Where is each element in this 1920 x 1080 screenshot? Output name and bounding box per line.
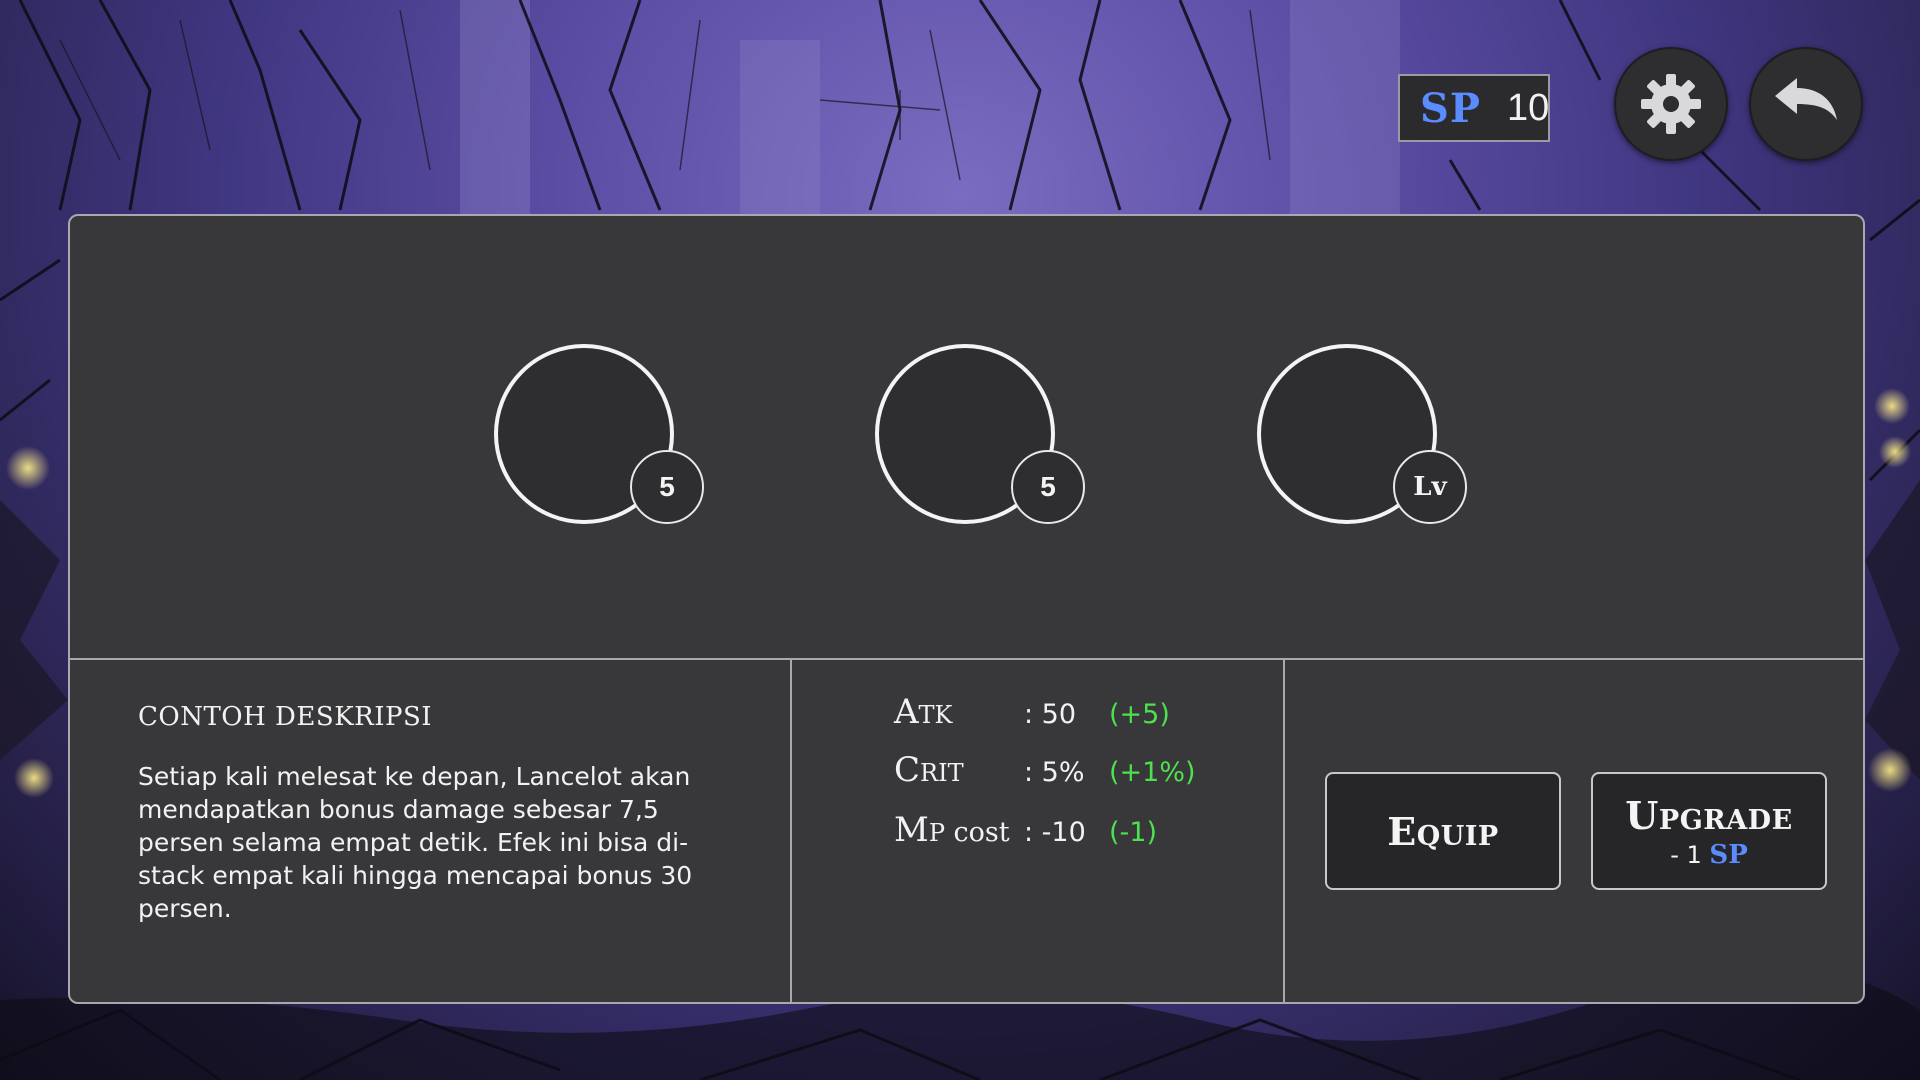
stat-name-suffix: cost	[944, 817, 1010, 848]
stat-bonus: (+5)	[1109, 699, 1170, 730]
sp-label: SP	[1420, 84, 1481, 132]
description-body: Setiap kali melesat ke depan, Lancelot a…	[138, 762, 693, 923]
skill-slot-1[interactable]: 5	[494, 344, 704, 524]
stat-row-atk: Atk : 50 (+5)	[894, 692, 1196, 750]
skill-slot-2[interactable]: 5	[875, 344, 1085, 524]
panel-divider-vertical	[1283, 660, 1285, 1002]
stat-value: : -10	[1024, 817, 1086, 848]
skill-slot-3[interactable]: Lv	[1257, 344, 1467, 524]
gear-icon	[1641, 74, 1701, 134]
stat-name: Mp cost	[894, 810, 1024, 850]
game-screen: SP 10 5 5 Lv CONTOH DESKRIPSI Setiap kal…	[0, 0, 1920, 1080]
equip-label: Equip	[1387, 808, 1499, 854]
upgrade-cost: - 1 SP	[1670, 840, 1748, 870]
stat-bonus: (+1%)	[1109, 757, 1196, 788]
description-title: CONTOH DESKRIPSI	[138, 702, 433, 732]
upgrade-cost-unit: SP	[1709, 839, 1748, 870]
upgrade-button[interactable]: Upgrade - 1 SP	[1591, 772, 1827, 890]
stat-row-crit: Crit : 5% (+1%)	[894, 750, 1196, 808]
skill-level-badge: 5	[1011, 450, 1085, 524]
skill-level-badge: Lv	[1393, 450, 1467, 524]
undo-arrow-icon	[1775, 78, 1837, 120]
upgrade-cost-amount: - 1	[1670, 840, 1710, 869]
stat-name: Crit	[894, 750, 964, 790]
stat-name-main: Mp	[894, 810, 945, 850]
stat-row-mp-cost: Mp cost : -10 (-1)	[894, 810, 1196, 868]
panel-divider-vertical	[790, 660, 792, 1002]
skill-description: CONTOH DESKRIPSI Setiap kali melesat ke …	[138, 702, 718, 925]
sp-value: 10	[1506, 86, 1550, 129]
settings-button[interactable]	[1614, 47, 1728, 161]
upgrade-label: Upgrade	[1625, 792, 1793, 838]
stat-name: Atk	[894, 692, 953, 732]
stat-value: : 50	[1024, 699, 1077, 730]
back-button[interactable]	[1749, 47, 1863, 161]
skill-panel: 5 5 Lv CONTOH DESKRIPSI Setiap kali mele…	[68, 214, 1865, 1004]
skill-stats: Atk : 50 (+5) Crit : 5% (+1%) Mp cost : …	[894, 692, 1196, 868]
skill-row: 5 5 Lv	[70, 216, 1863, 658]
skill-level-badge: 5	[630, 450, 704, 524]
stat-bonus: (-1)	[1109, 817, 1157, 848]
stat-value: : 5%	[1024, 757, 1085, 788]
sp-counter: SP 10	[1398, 74, 1550, 142]
panel-divider-horizontal	[70, 658, 1863, 660]
equip-button[interactable]: Equip	[1325, 772, 1561, 890]
